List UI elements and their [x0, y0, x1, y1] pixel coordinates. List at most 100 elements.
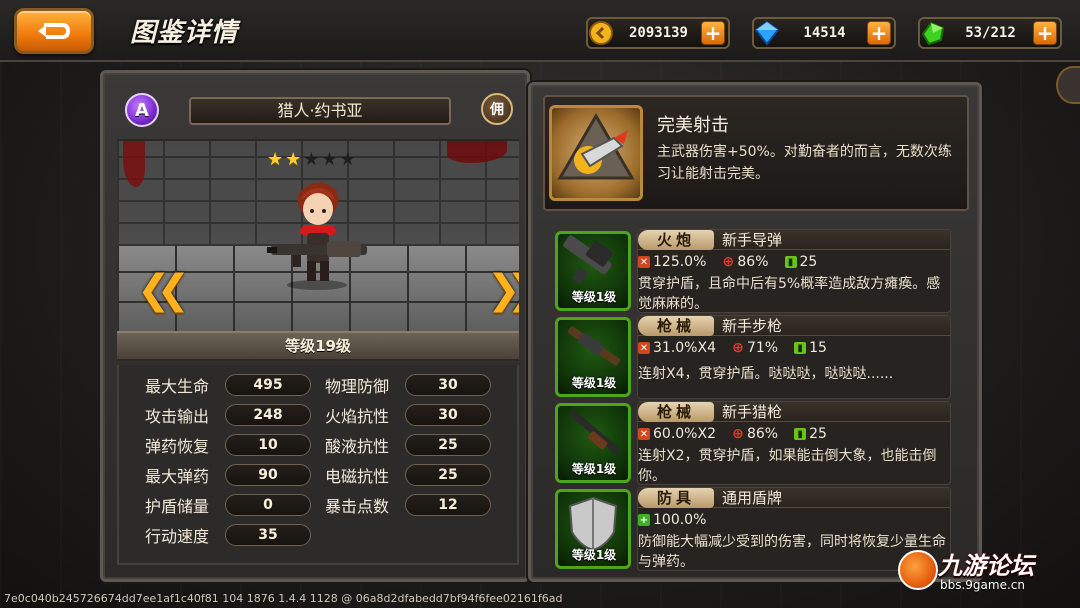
rank-badge: A — [125, 93, 159, 127]
green-crystal-icon — [918, 18, 948, 48]
add-gold-button[interactable]: + — [701, 21, 725, 45]
character-panel: A 猎人·约书亚 佣 ★★★★★ ❮❮ ❯❯ 等级19级 最大 — [100, 70, 530, 582]
weapon-info: 火炮 新手导弹 ✕ 125.0% ⊕ 86% ▮ 25 贯穿护盾，且命中后有5%概率造… — [637, 229, 951, 313]
watermark-title: 九游论坛 — [938, 552, 1034, 580]
star-filled-icon: ★ — [285, 149, 302, 170]
stat-value: 495 — [225, 374, 311, 396]
weapon-stats: +100.0% — [638, 512, 706, 528]
damage-value: 60.0%X2 — [653, 426, 716, 442]
stat-label: 攻击输出 — [145, 407, 210, 426]
star-empty-icon: ★ — [339, 149, 356, 170]
stat-row: 护盾储量 0 — [145, 493, 311, 517]
stat-label: 电磁抗性 — [325, 467, 390, 486]
weapon-description: 连射X4，贯穿护盾。哒哒哒，哒哒哒...... — [638, 366, 894, 382]
stat-row: 暴击点数 12 — [325, 493, 491, 517]
ammo-value: 25 — [809, 426, 827, 442]
stamina-currency: 53/212 + — [918, 17, 1062, 49]
weapon-header: 枪械 新手步枪 — [638, 315, 950, 336]
weapon-name: 新手导弹 — [722, 231, 783, 249]
damage-icon: ✕ — [638, 342, 650, 354]
stat-label: 行动速度 — [145, 527, 210, 546]
character-name: 猎人·约书亚 — [189, 97, 451, 125]
crosshair-icon: ⊕ — [722, 254, 735, 270]
character-header: A 猎人·约书亚 佣 — [103, 73, 527, 135]
stat-label: 火焰抗性 — [325, 407, 390, 426]
weapon-description: 贯穿护盾，且命中后有5%概率造成敌方瘫痪。感觉麻麻的。 — [638, 276, 941, 312]
weapon-name: 通用盾牌 — [722, 489, 783, 507]
weapon-stats: ✕ 125.0% ⊕ 86% ▮ 25 — [638, 254, 817, 270]
stat-label: 酸液抗性 — [325, 437, 390, 456]
type-badge: 佣 — [481, 93, 513, 125]
top-bar: 图鉴详情 2093139 + 14514 + 53/212 + — [0, 0, 1080, 62]
weapon-stats: ✕ 60.0%X2 ⊕ 86% ▮ 25 — [638, 426, 827, 442]
damage-value: 31.0%X4 — [653, 340, 716, 356]
add-diamond-button[interactable]: + — [867, 21, 891, 45]
shotgun-icon: 等级1级 — [555, 403, 631, 483]
weapon-card-rifle[interactable]: 等级1级 枪械 新手步枪 ✕ 31.0%X4 ⊕ 71% ▮ 15 连射X4，贯穿护盾… — [555, 315, 951, 399]
stat-value: 35 — [225, 524, 311, 546]
weapon-category: 枪械 — [638, 401, 714, 422]
ammo-icon: ▮ — [784, 256, 797, 268]
bullet-skill-icon — [549, 105, 643, 201]
stat-row: 物理防御 30 — [325, 373, 491, 397]
stat-row: 攻击输出 248 — [145, 403, 311, 427]
passive-skill[interactable]: 完美射击 主武器伤害+50%。对勤奋者的而言，无数次练习让能射击完美。 — [543, 95, 969, 211]
stat-value: 0 — [225, 494, 311, 516]
stat-row: 电磁抗性 25 — [325, 463, 491, 487]
stat-value: 12 — [405, 494, 491, 516]
star-filled-icon: ★ — [267, 149, 284, 170]
add-stamina-button[interactable]: + — [1033, 21, 1057, 45]
weapon-info: 枪械 新手步枪 ✕ 31.0%X4 ⊕ 71% ▮ 15 连射X4，贯穿护盾。哒哒哒，… — [637, 315, 951, 399]
rifle-icon: 等级1级 — [555, 317, 631, 397]
weapon-description: 连射X2，贯穿护盾，如果能击倒大象，也能击倒你。 — [638, 448, 937, 484]
gold-value: 2093139 — [628, 25, 688, 41]
return-arrow-icon — [38, 23, 71, 39]
weapon-card-shield[interactable]: 等级1级 防具 通用盾牌 +100.0% 防御能大幅减少受到的伤害，同时将恢复少… — [555, 487, 951, 571]
back-button[interactable] — [14, 8, 94, 54]
stat-value: 10 — [225, 434, 311, 456]
weapon-level: 等级1级 — [571, 376, 617, 390]
next-character-arrow[interactable]: ❯❯ — [487, 267, 519, 313]
stat-label: 暴击点数 — [325, 497, 390, 516]
stamina-value: 53/212 — [965, 25, 1016, 41]
stat-label: 物理防御 — [325, 377, 390, 396]
stat-label: 最大弹药 — [145, 467, 210, 486]
weapon-stats: ✕ 31.0%X4 ⊕ 71% ▮ 15 — [638, 340, 827, 356]
character-preview: ★★★★★ ❮❮ ❯❯ — [117, 139, 519, 331]
mascot-logo-icon — [898, 550, 938, 590]
weapon-card-missile[interactable]: 等级1级 火炮 新手导弹 ✕ 125.0% ⊕ 86% ▮ 25 贯穿护盾，且命中后有… — [555, 229, 951, 313]
ammo-icon: ▮ — [794, 428, 807, 440]
weapon-category: 防具 — [638, 487, 714, 508]
crosshair-icon: ⊕ — [732, 426, 744, 442]
accuracy-value: 86% — [737, 254, 769, 270]
skill-description: 主武器伤害+50%。对勤奋者的而言，无数次练习让能射击完美。 — [657, 144, 952, 182]
weapon-level: 等级1级 — [571, 548, 617, 562]
stat-label: 最大生命 — [145, 377, 210, 396]
accuracy-value: 71% — [746, 340, 779, 356]
rocket-launcher-icon: 等级1级 — [555, 231, 631, 311]
hero-sprite — [267, 182, 367, 290]
weapon-card-shotgun[interactable]: 等级1级 枪械 新手猎枪 ✕ 60.0%X2 ⊕ 86% ▮ 25 连射X2，贯穿护盾… — [555, 401, 951, 485]
debug-hash: 7e0c040b245726674dd7ee1af1c40f81 104 187… — [4, 592, 563, 605]
stat-row: 酸液抗性 25 — [325, 433, 491, 457]
damage-value: 125.0% — [653, 254, 707, 270]
gold-coin-icon — [586, 18, 616, 48]
weapon-info: 枪械 新手猎枪 ✕ 60.0%X2 ⊕ 86% ▮ 25 连射X2，贯穿护盾，如果能击… — [637, 401, 951, 485]
previous-character-arrow[interactable]: ❮❮ — [137, 267, 190, 313]
character-level: 等级19级 — [117, 331, 519, 361]
star-empty-icon: ★ — [321, 149, 338, 170]
shield-armor-icon: 等级1级 — [555, 489, 631, 569]
stats-grid: 最大生命 495 物理防御 30 攻击输出 248 火焰抗性 30 弹药恢复 1… — [117, 365, 519, 565]
diamond-value: 14514 — [803, 25, 846, 41]
page-title: 图鉴详情 — [130, 18, 239, 48]
weapon-category: 火炮 — [638, 229, 714, 250]
weapon-header: 枪械 新手猎枪 — [638, 401, 950, 422]
stat-row: 最大生命 495 — [145, 373, 311, 397]
stat-label: 护盾储量 — [145, 497, 210, 516]
ammo-value: 15 — [809, 340, 827, 356]
damage-icon: ✕ — [638, 428, 650, 440]
weapon-level: 等级1级 — [571, 290, 617, 304]
stat-value: 30 — [405, 374, 491, 396]
stat-row: 行动速度 35 — [145, 523, 311, 547]
defense-value: 100.0% — [653, 512, 707, 528]
